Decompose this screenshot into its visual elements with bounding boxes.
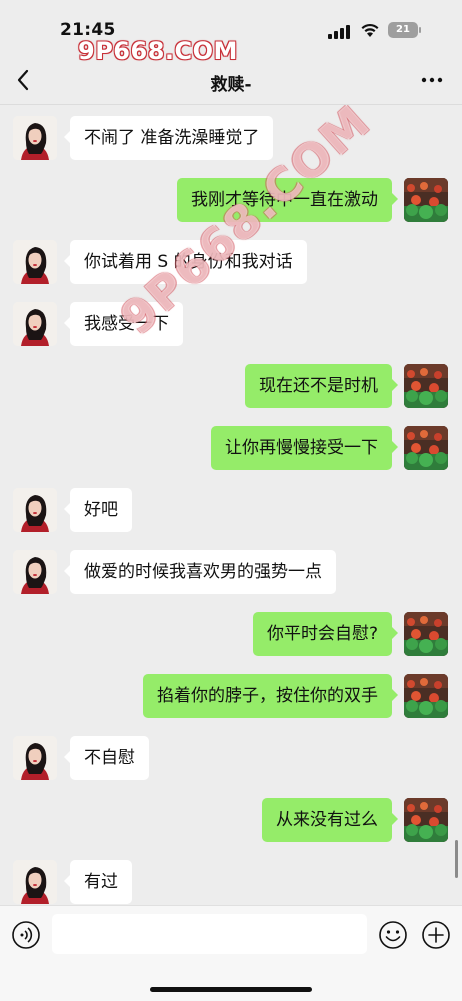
avatar-image [404, 674, 448, 718]
message-received: 我感受一下 [0, 302, 462, 348]
message-bubble[interactable]: 你平时会自慰? [252, 612, 399, 656]
avatar-image [13, 240, 57, 284]
status-bar: 21:45 9P668.COM 21 [0, 0, 462, 65]
plus-icon[interactable] [421, 920, 451, 950]
message-bubble[interactable]: 我刚才等待中一直在激动 [177, 178, 398, 222]
message-sent: 你平时会自慰? [0, 612, 462, 658]
my-avatar[interactable] [404, 426, 448, 470]
contact-avatar[interactable] [13, 488, 57, 532]
my-avatar[interactable] [404, 364, 448, 408]
message-sent: 从来没有过么 [0, 798, 462, 844]
scrollbar[interactable] [455, 840, 458, 878]
home-indicator [150, 987, 312, 992]
message-bubble[interactable]: 不闹了 准备洗澡睡觉了 [63, 116, 274, 160]
avatar-image [13, 736, 57, 780]
signal-icon [328, 25, 350, 39]
message-bubble[interactable]: 你试着用 S 的身份和我对话 [64, 240, 307, 284]
nav-bar: 救赎- [0, 60, 462, 104]
message-received: 做爱的时候我喜欢男的强势一点 [0, 550, 462, 596]
battery-icon: 21 [388, 22, 421, 38]
message-bubble[interactable]: 做爱的时候我喜欢男的强势一点 [64, 550, 336, 594]
message-bubble[interactable]: 现在还不是时机 [245, 364, 398, 408]
contact-avatar[interactable] [13, 860, 57, 904]
contact-avatar[interactable] [13, 550, 57, 594]
message-sent: 现在还不是时机 [0, 364, 462, 410]
message-sent: 我刚才等待中一直在激动 [0, 178, 462, 224]
message-bubble[interactable]: 我感受一下 [64, 302, 183, 346]
avatar-image [13, 550, 57, 594]
contact-avatar[interactable] [13, 116, 57, 160]
chat-title: 救赎- [210, 75, 252, 95]
contact-avatar[interactable] [13, 302, 57, 346]
emoji-icon[interactable] [378, 920, 408, 950]
my-avatar[interactable] [404, 674, 448, 718]
avatar-image [13, 860, 57, 904]
voice-icon[interactable] [11, 920, 41, 950]
avatar-image [13, 116, 57, 160]
message-bubble[interactable]: 掐着你的脖子，按住你的双手 [143, 674, 398, 718]
message-bubble[interactable]: 有过 [64, 860, 132, 904]
avatar-image [404, 364, 448, 408]
my-avatar[interactable] [404, 612, 448, 656]
wifi-icon [361, 23, 379, 37]
avatar-image [13, 488, 57, 532]
message-sent: 掐着你的脖子，按住你的双手 [0, 674, 462, 720]
message-received: 好吧 [0, 488, 462, 534]
avatar-image [404, 178, 448, 222]
contact-avatar[interactable] [13, 736, 57, 780]
message-bubble[interactable]: 让你再慢慢接受一下 [211, 426, 398, 470]
my-avatar[interactable] [404, 178, 448, 222]
message-bubble[interactable]: 从来没有过么 [262, 798, 398, 842]
message-received: 有过 [0, 860, 462, 905]
my-avatar[interactable] [404, 798, 448, 842]
chat-area[interactable]: 不闹了 准备洗澡睡觉了我刚才等待中一直在激动你试着用 S 的身份和我对话 我感受一… [0, 105, 462, 905]
battery-level: 21 [396, 24, 410, 35]
message-input[interactable] [52, 914, 367, 954]
message-bubble[interactable]: 好吧 [64, 488, 132, 532]
input-bar [0, 905, 462, 1001]
message-received: 不闹了 准备洗澡睡觉了 [0, 116, 462, 162]
avatar-image [404, 426, 448, 470]
avatar-image [404, 612, 448, 656]
message-received: 不自慰 [0, 736, 462, 782]
avatar-image [404, 798, 448, 842]
message-bubble[interactable]: 不自慰 [64, 736, 149, 780]
avatar-image [13, 302, 57, 346]
more-icon[interactable] [420, 72, 444, 88]
message-received: 你试着用 S 的身份和我对话 [0, 240, 462, 286]
contact-avatar[interactable] [13, 240, 57, 284]
message-sent: 让你再慢慢接受一下 [0, 426, 462, 472]
